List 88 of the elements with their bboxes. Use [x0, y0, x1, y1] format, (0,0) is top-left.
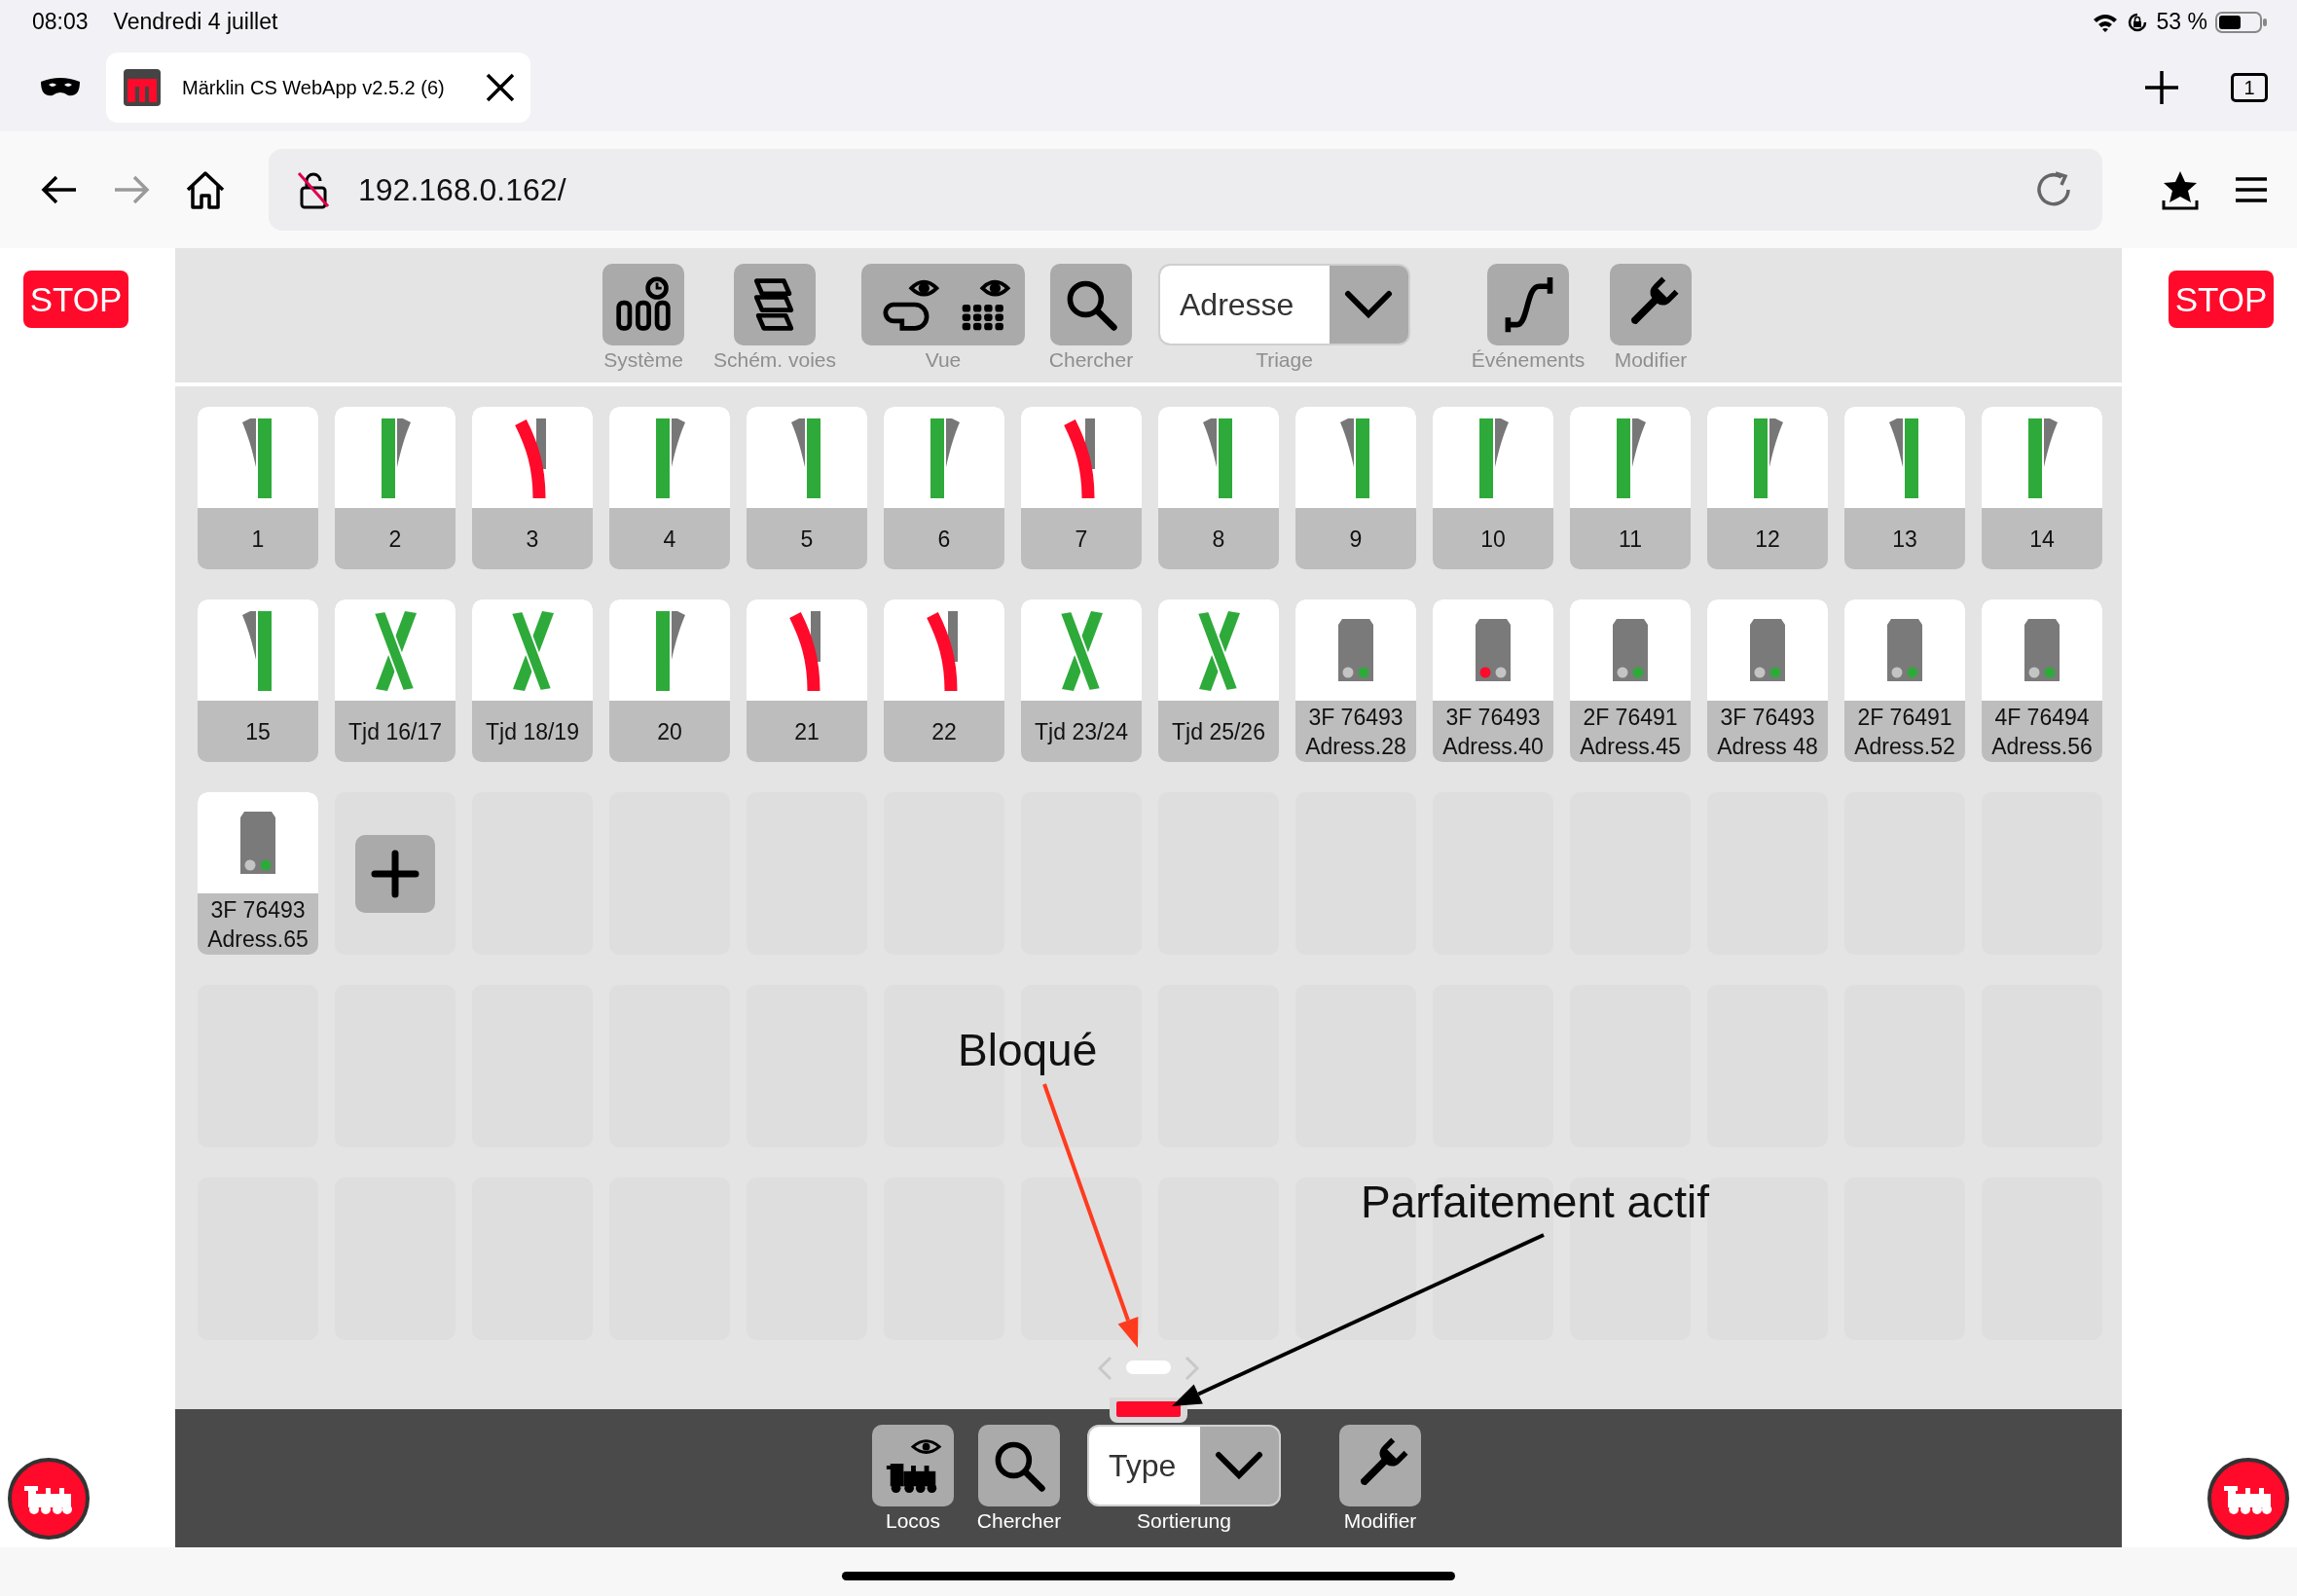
- address-label: Adress.40: [1442, 732, 1544, 761]
- plus-icon: [371, 849, 419, 898]
- search-button[interactable]: [978, 1425, 1060, 1506]
- tile-label: 13: [1892, 525, 1917, 554]
- system-button[interactable]: [602, 264, 684, 345]
- status-date: Vendredi 4 juillet: [113, 9, 278, 35]
- tile-label: 6: [937, 525, 951, 554]
- status-time: 08:03: [32, 9, 89, 35]
- chevron-down-icon: [1215, 1451, 1264, 1480]
- tile-label: Tjd 18/19: [486, 717, 579, 746]
- tile-label: 21: [794, 717, 820, 746]
- app-logo-icon: [124, 69, 161, 106]
- tile-label: 1: [251, 525, 265, 554]
- tile-label: Tjd 25/26: [1172, 717, 1265, 746]
- tile-label: 11: [1619, 525, 1642, 554]
- tile-label: 14: [2029, 525, 2055, 554]
- address-label: Adress.28: [1305, 732, 1406, 761]
- events-button[interactable]: [1487, 264, 1569, 345]
- toolbar-label: Sortierung: [1137, 1509, 1231, 1533]
- close-icon[interactable]: [484, 71, 517, 104]
- sort-dropdown[interactable]: Adresse: [1158, 264, 1410, 345]
- add-button[interactable]: [355, 834, 435, 913]
- battery-icon: [2215, 10, 2268, 34]
- browser-tab[interactable]: Märklin CS WebApp v2.5.2 (6): [106, 53, 530, 123]
- toolbar-label: Triage: [1256, 348, 1313, 372]
- tile-label: 8: [1212, 525, 1225, 554]
- edit-button[interactable]: [1339, 1425, 1421, 1506]
- tile-label: 2F 76491: [1857, 703, 1952, 732]
- url-text: 192.168.0.162/: [358, 171, 567, 208]
- toolbar-label: Chercher: [1048, 348, 1134, 372]
- tile-label: 9: [1349, 525, 1363, 554]
- stop-button[interactable]: STOP: [23, 271, 128, 328]
- unlocked-icon: [296, 170, 331, 209]
- toolbar-label: Vue: [925, 348, 962, 372]
- tile-label: 3F 76493: [1308, 703, 1404, 732]
- tile-label: 3F 76493: [210, 895, 306, 925]
- address-label: Adress.56: [1991, 732, 2093, 761]
- tile-label: 5: [800, 525, 814, 554]
- tile-label: 20: [657, 717, 682, 746]
- tile-label: 4: [663, 525, 676, 554]
- dropdown-value: Adresse: [1160, 266, 1330, 344]
- back-icon[interactable]: [41, 175, 78, 204]
- tile-label: 15: [245, 717, 271, 746]
- layout-button[interactable]: [734, 264, 816, 345]
- address-field[interactable]: 192.168.0.162/: [269, 149, 2102, 231]
- tile-label: 2F 76491: [1583, 703, 1678, 732]
- toolbar-label: Schém. voies: [712, 348, 837, 372]
- tab-title: Märklin CS WebApp v2.5.2 (6): [182, 76, 446, 99]
- dropdown-value: Type: [1089, 1427, 1200, 1505]
- tile-label: 10: [1480, 525, 1506, 554]
- toolbar-label: Événements: [1471, 348, 1586, 372]
- battery-percent: 53 %: [2156, 9, 2207, 35]
- toolbar-label: Modifier: [1614, 348, 1688, 372]
- address-label: Adress.45: [1580, 732, 1681, 761]
- tile-label: 22: [931, 717, 957, 746]
- toolbar-label: Système: [603, 348, 683, 372]
- tile-label: 2: [388, 525, 402, 554]
- stop-button[interactable]: STOP: [2169, 271, 2274, 328]
- tile-label: 4F 76494: [1994, 703, 2090, 732]
- toolbar-label: Chercher: [976, 1509, 1062, 1533]
- locos-button[interactable]: [872, 1425, 954, 1506]
- new-tab-icon[interactable]: [2143, 69, 2180, 106]
- wifi-icon: [2092, 12, 2118, 32]
- annotation-text: Parfaitement actif: [1361, 1176, 1709, 1228]
- tile-label: 3: [526, 525, 539, 554]
- tile-label: Tjd 16/17: [348, 717, 442, 746]
- tile-label: 3F 76493: [1720, 703, 1815, 732]
- clock-counter-icon: [614, 275, 673, 334]
- tile-label: Tjd 23/24: [1035, 717, 1128, 746]
- bookmark-star-icon[interactable]: [2161, 169, 2200, 210]
- chevron-down-icon: [1344, 290, 1394, 319]
- toolbar-label: Locos: [885, 1509, 940, 1533]
- home-icon[interactable]: [185, 170, 226, 209]
- tab-count[interactable]: 1: [2231, 73, 2268, 102]
- address-label: Adress.52: [1854, 732, 1955, 761]
- annotation-text: Bloqué: [958, 1024, 1098, 1076]
- sort-dropdown[interactable]: Type: [1087, 1425, 1281, 1506]
- forward-icon[interactable]: [113, 175, 150, 204]
- edit-button[interactable]: [1610, 264, 1692, 345]
- search-button[interactable]: [1050, 264, 1132, 345]
- toolbar-label: Modifier: [1343, 1509, 1417, 1533]
- tile-label: 7: [1075, 525, 1088, 554]
- view-button[interactable]: [861, 264, 1025, 345]
- menu-icon[interactable]: [2235, 176, 2268, 203]
- tile-label: 12: [1755, 525, 1780, 554]
- address-label: Adress 48: [1717, 732, 1818, 761]
- address-label: Adress.65: [207, 925, 309, 954]
- tile-label: 3F 76493: [1445, 703, 1541, 732]
